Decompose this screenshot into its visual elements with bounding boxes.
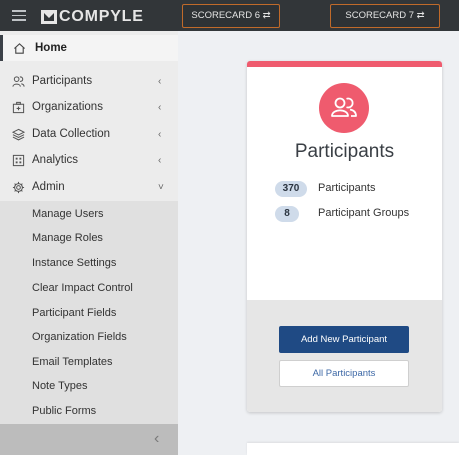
sidebar-item-participants[interactable]: Participants ‹ [0, 68, 178, 94]
sidebar-item-admin[interactable]: Admin ˅ [0, 174, 178, 200]
count-badge: 370 [275, 181, 307, 197]
submenu-item-manage-users[interactable]: Manage Users [32, 208, 104, 220]
sidebar-item-label: Data Collection [32, 128, 110, 140]
submenu-item-participant-fields[interactable]: Participant Fields [32, 307, 116, 319]
participants-icon [331, 97, 357, 117]
sidebar-item-label: Admin [32, 181, 65, 193]
sidebar-item-home[interactable]: Home [0, 35, 178, 61]
chevron-left-icon: ‹ [158, 101, 162, 113]
sidebar-collapse-bar[interactable]: ‹ [0, 424, 178, 455]
logo-text: COMPYLE [59, 8, 144, 25]
chevron-left-icon: ‹ [158, 75, 162, 87]
submenu-item-public-forms[interactable]: Public Forms [32, 405, 96, 417]
submenu-item-clear-impact-control[interactable]: Clear Impact Control [32, 282, 133, 294]
chevron-left-icon: ‹ [158, 154, 162, 166]
stat-label: Participant Groups [318, 207, 410, 219]
scorecard-7-button[interactable]: SCORECARD 7 ⇄ [330, 4, 440, 28]
participants-card: Participants 370 Participants 8 Particip… [247, 61, 442, 412]
participants-badge [319, 83, 369, 133]
sidebar-item-label: Analytics [32, 154, 79, 166]
next-card [247, 443, 459, 455]
card-title: Participants [294, 141, 395, 162]
submenu-item-manage-roles[interactable]: Manage Roles [32, 232, 103, 244]
submenu-item-email-templates[interactable]: Email Templates [32, 356, 113, 368]
card-footer: Add New Participant All Participants [247, 300, 442, 412]
count-badge: 8 [275, 206, 299, 222]
organization-icon [12, 101, 25, 113]
scorecard-6-button[interactable]: SCORECARD 6 ⇄ [182, 4, 280, 28]
admin-submenu: Manage Users Manage Roles Instance Setti… [0, 201, 178, 424]
chevron-left-icon[interactable]: ‹ [154, 430, 159, 448]
menu-icon[interactable] [12, 10, 26, 21]
home-icon [14, 42, 25, 54]
add-new-participant-button[interactable]: Add New Participant [279, 326, 409, 353]
analytics-icon [12, 154, 25, 166]
stat-label: Participants [318, 182, 376, 194]
sidebar-item-label: Organizations [32, 101, 103, 113]
layers-icon [12, 128, 25, 140]
sidebar-item-analytics[interactable]: Analytics ‹ [0, 147, 178, 173]
logo-mark-icon [41, 10, 57, 24]
submenu-item-instance-settings[interactable]: Instance Settings [32, 257, 116, 269]
submenu-item-note-types[interactable]: Note Types [32, 380, 87, 392]
all-participants-button[interactable]: All Participants [279, 360, 409, 387]
submenu-item-organization-fields[interactable]: Organization Fields [32, 331, 127, 343]
stat-participants: 370 Participants [275, 181, 425, 197]
stat-participant-groups: 8 Participant Groups [275, 206, 425, 222]
sidebar: Home Participants ‹ Organizations ‹ Data… [0, 31, 178, 455]
sidebar-item-organizations[interactable]: Organizations ‹ [0, 94, 178, 120]
sidebar-item-label: Participants [32, 75, 93, 87]
logo: COMPYLE [41, 8, 144, 26]
participants-icon [12, 75, 25, 87]
card-accent-bar [247, 61, 442, 67]
gear-icon [12, 181, 25, 193]
sidebar-item-label: Home [35, 42, 67, 54]
top-bar: COMPYLE SCORECARD 6 ⇄ SCORECARD 7 ⇄ [0, 0, 459, 31]
chevron-down-icon: ˅ [158, 181, 164, 193]
chevron-left-icon: ‹ [158, 128, 162, 140]
sidebar-item-data-collection[interactable]: Data Collection ‹ [0, 121, 178, 147]
